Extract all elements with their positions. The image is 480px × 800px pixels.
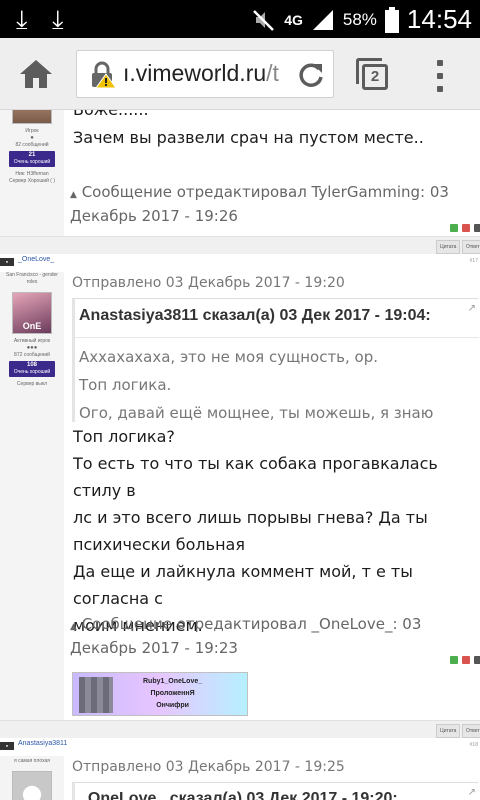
user-location: я самая плохая [13, 758, 51, 764]
quote-link-icon[interactable]: ↗ [468, 303, 476, 314]
user-posts: 82 сообщений [15, 142, 49, 148]
signal-icon [312, 9, 333, 30]
offline-badge: ● [0, 742, 14, 750]
download-icon: ⤓ [52, 5, 64, 35]
rate-minus-icon[interactable] [462, 224, 470, 232]
download-icon: ⤓ [16, 5, 28, 35]
post3-header: ● Anastasiya3811 #18 [0, 738, 480, 756]
quote-button[interactable]: Цитата [436, 240, 461, 254]
report-icon[interactable] [474, 224, 480, 232]
edited-note: ▲ Сообщение отредактировал _OneLove_: 03… [70, 614, 470, 659]
post-text-line: Зачем вы развели срач на пустом месте.. [73, 128, 424, 147]
post-text-line: Топ логика? [73, 427, 175, 446]
signature-avatar [79, 677, 113, 713]
quote-block: Anastasiya3811 сказал(а) 03 Дек 2017 - 1… [72, 298, 479, 422]
post-text-line: лс и это всего лишь порывы гнева? Да ты [73, 508, 428, 527]
reply-button[interactable]: Ответ [462, 240, 480, 254]
quote-line: Топ логика. [79, 376, 172, 394]
rate-minus-icon[interactable] [462, 656, 470, 664]
post1-body: Боже...... Зачем вы развели срач на пуст… [64, 110, 480, 238]
quote-link-icon[interactable]: ↗ [468, 787, 476, 798]
clock: 14:54 [406, 4, 472, 34]
user-posts: 872 сообщений [14, 352, 50, 358]
battery-icon [384, 6, 399, 33]
lock-warning-icon[interactable] [89, 61, 117, 89]
edit-icon: ▲ [70, 190, 77, 200]
sent-date: Отправлено 03 Декабрь 2017 - 19:20 [72, 275, 345, 291]
author-link[interactable]: Anastasiya3811 [18, 740, 67, 747]
quote-block: _OneLove_ сказал(а) 03 Дек 2017 - 19:20:… [72, 782, 478, 800]
rate-plus-icon[interactable] [450, 224, 458, 232]
post1-actions: Цитата Ответ [0, 236, 480, 256]
edited-note: ▲ Сообщение отредактировал TylerGamming:… [70, 182, 470, 227]
battery-percent: 58% [342, 9, 377, 29]
address-bar[interactable]: ı.vimeworld.ru/t [76, 50, 334, 98]
avatar [12, 110, 52, 124]
server-line: Сервер выкл [16, 381, 48, 387]
tab-count: 2 [362, 64, 388, 90]
rep-value: 108 [26, 362, 37, 368]
home-icon[interactable] [18, 58, 54, 90]
post3-user-info: я самая плохая [0, 758, 64, 800]
url-path: /t [266, 60, 279, 86]
server-line: Сервер Хороший ( ) [8, 178, 56, 184]
post3-body: Отправлено 03 Декабрь 2017 - 19:25 _OneL… [64, 756, 480, 800]
avatar: OnE [12, 292, 52, 334]
rate-plus-icon[interactable] [450, 656, 458, 664]
edited-text: Сообщение отредактировал TylerGamming: 0… [70, 183, 449, 225]
quote-author: Anastasiya3811 сказал(а) 03 Дек 2017 - 1… [79, 307, 431, 324]
post1-user-info: Игрок ● 82 сообщений 21 Очень хороший Ник… [0, 110, 64, 185]
reputation-badge: 21 Очень хороший [9, 151, 55, 167]
user-rank: Активный игрок [13, 338, 51, 344]
mute-icon [253, 9, 275, 31]
overflow-menu-icon[interactable] [430, 60, 450, 92]
post-text-line: Да еще и лайкнула коммент мой, т е ты со… [73, 562, 413, 608]
post-text: Топ логика? То есть то что ты как собака… [73, 423, 479, 639]
rep-label: Очень хороший [13, 369, 51, 375]
rank-pips: ●●● [26, 345, 38, 351]
reputation-badge: 108 Очень хороший [9, 361, 55, 377]
post-text-line: Боже...... [73, 110, 149, 123]
browser-toolbar: ı.vimeworld.ru/t 2 [0, 38, 480, 110]
rep-value: 21 [28, 152, 36, 158]
offline-badge: ● [0, 258, 14, 266]
post-number[interactable]: #17 [470, 258, 478, 264]
quote-author: _OneLove_ сказал(а) 03 Дек 2017 - 19:20: [79, 790, 398, 800]
nick-line: Ник: H3ffernan [15, 171, 49, 177]
rep-label: Очень хороший [13, 159, 51, 165]
post-text-line: То есть то что ты как собака прогавкалас… [73, 454, 438, 500]
rank-pip: ● [30, 135, 34, 141]
quote-line: Аххахахаха, это не моя сущность, ор. [79, 348, 379, 366]
post-text-line: психически больная [73, 535, 245, 554]
url-host: ı.vimeworld.ru [123, 60, 267, 86]
quote-divider [75, 337, 479, 338]
quote-button[interactable]: Цитата [436, 724, 461, 738]
sent-date: Отправлено 03 Декабрь 2017 - 19:25 [72, 759, 345, 775]
reply-button[interactable]: Ответ [462, 724, 480, 738]
signature-text: Ruby1_OneLove_ ПроложеннЯ Ончифри [143, 678, 203, 709]
reload-icon[interactable] [297, 61, 325, 89]
status-bar: ⤓ ⤓ 4G 58% 14:54 [0, 0, 480, 38]
avatar [12, 771, 52, 800]
post2-body: Отправлено 03 Декабрь 2017 - 19:20 Anast… [64, 272, 480, 720]
forum-page: Игрок ● 82 сообщений 21 Очень хороший Ник… [0, 110, 480, 800]
author-link[interactable]: _OneLove_ [18, 256, 54, 263]
post-number[interactable]: #18 [470, 742, 478, 748]
tabs-button[interactable]: 2 [354, 56, 390, 92]
post2-user-info: San Francisco - gender roles OnE Активны… [0, 272, 64, 388]
url-text: ı.vimeworld.ru/t [123, 60, 279, 87]
signature-banner: Ruby1_OneLove_ ПроложеннЯ Ончифри [72, 672, 248, 716]
post2-header: ● _OneLove_ #17 [0, 254, 480, 272]
post2-actions: Цитата Ответ [0, 720, 480, 740]
report-icon[interactable] [474, 656, 480, 664]
network-type: 4G [284, 11, 303, 28]
user-location: San Francisco - gender roles [6, 272, 58, 285]
edited-text: Сообщение отредактировал _OneLove_: 03 Д… [70, 615, 422, 657]
edit-icon: ▲ [70, 622, 77, 632]
user-rank: Игрок [25, 128, 39, 134]
quote-text: Аххахахаха, это не моя сущность, ор. Топ… [79, 343, 433, 427]
